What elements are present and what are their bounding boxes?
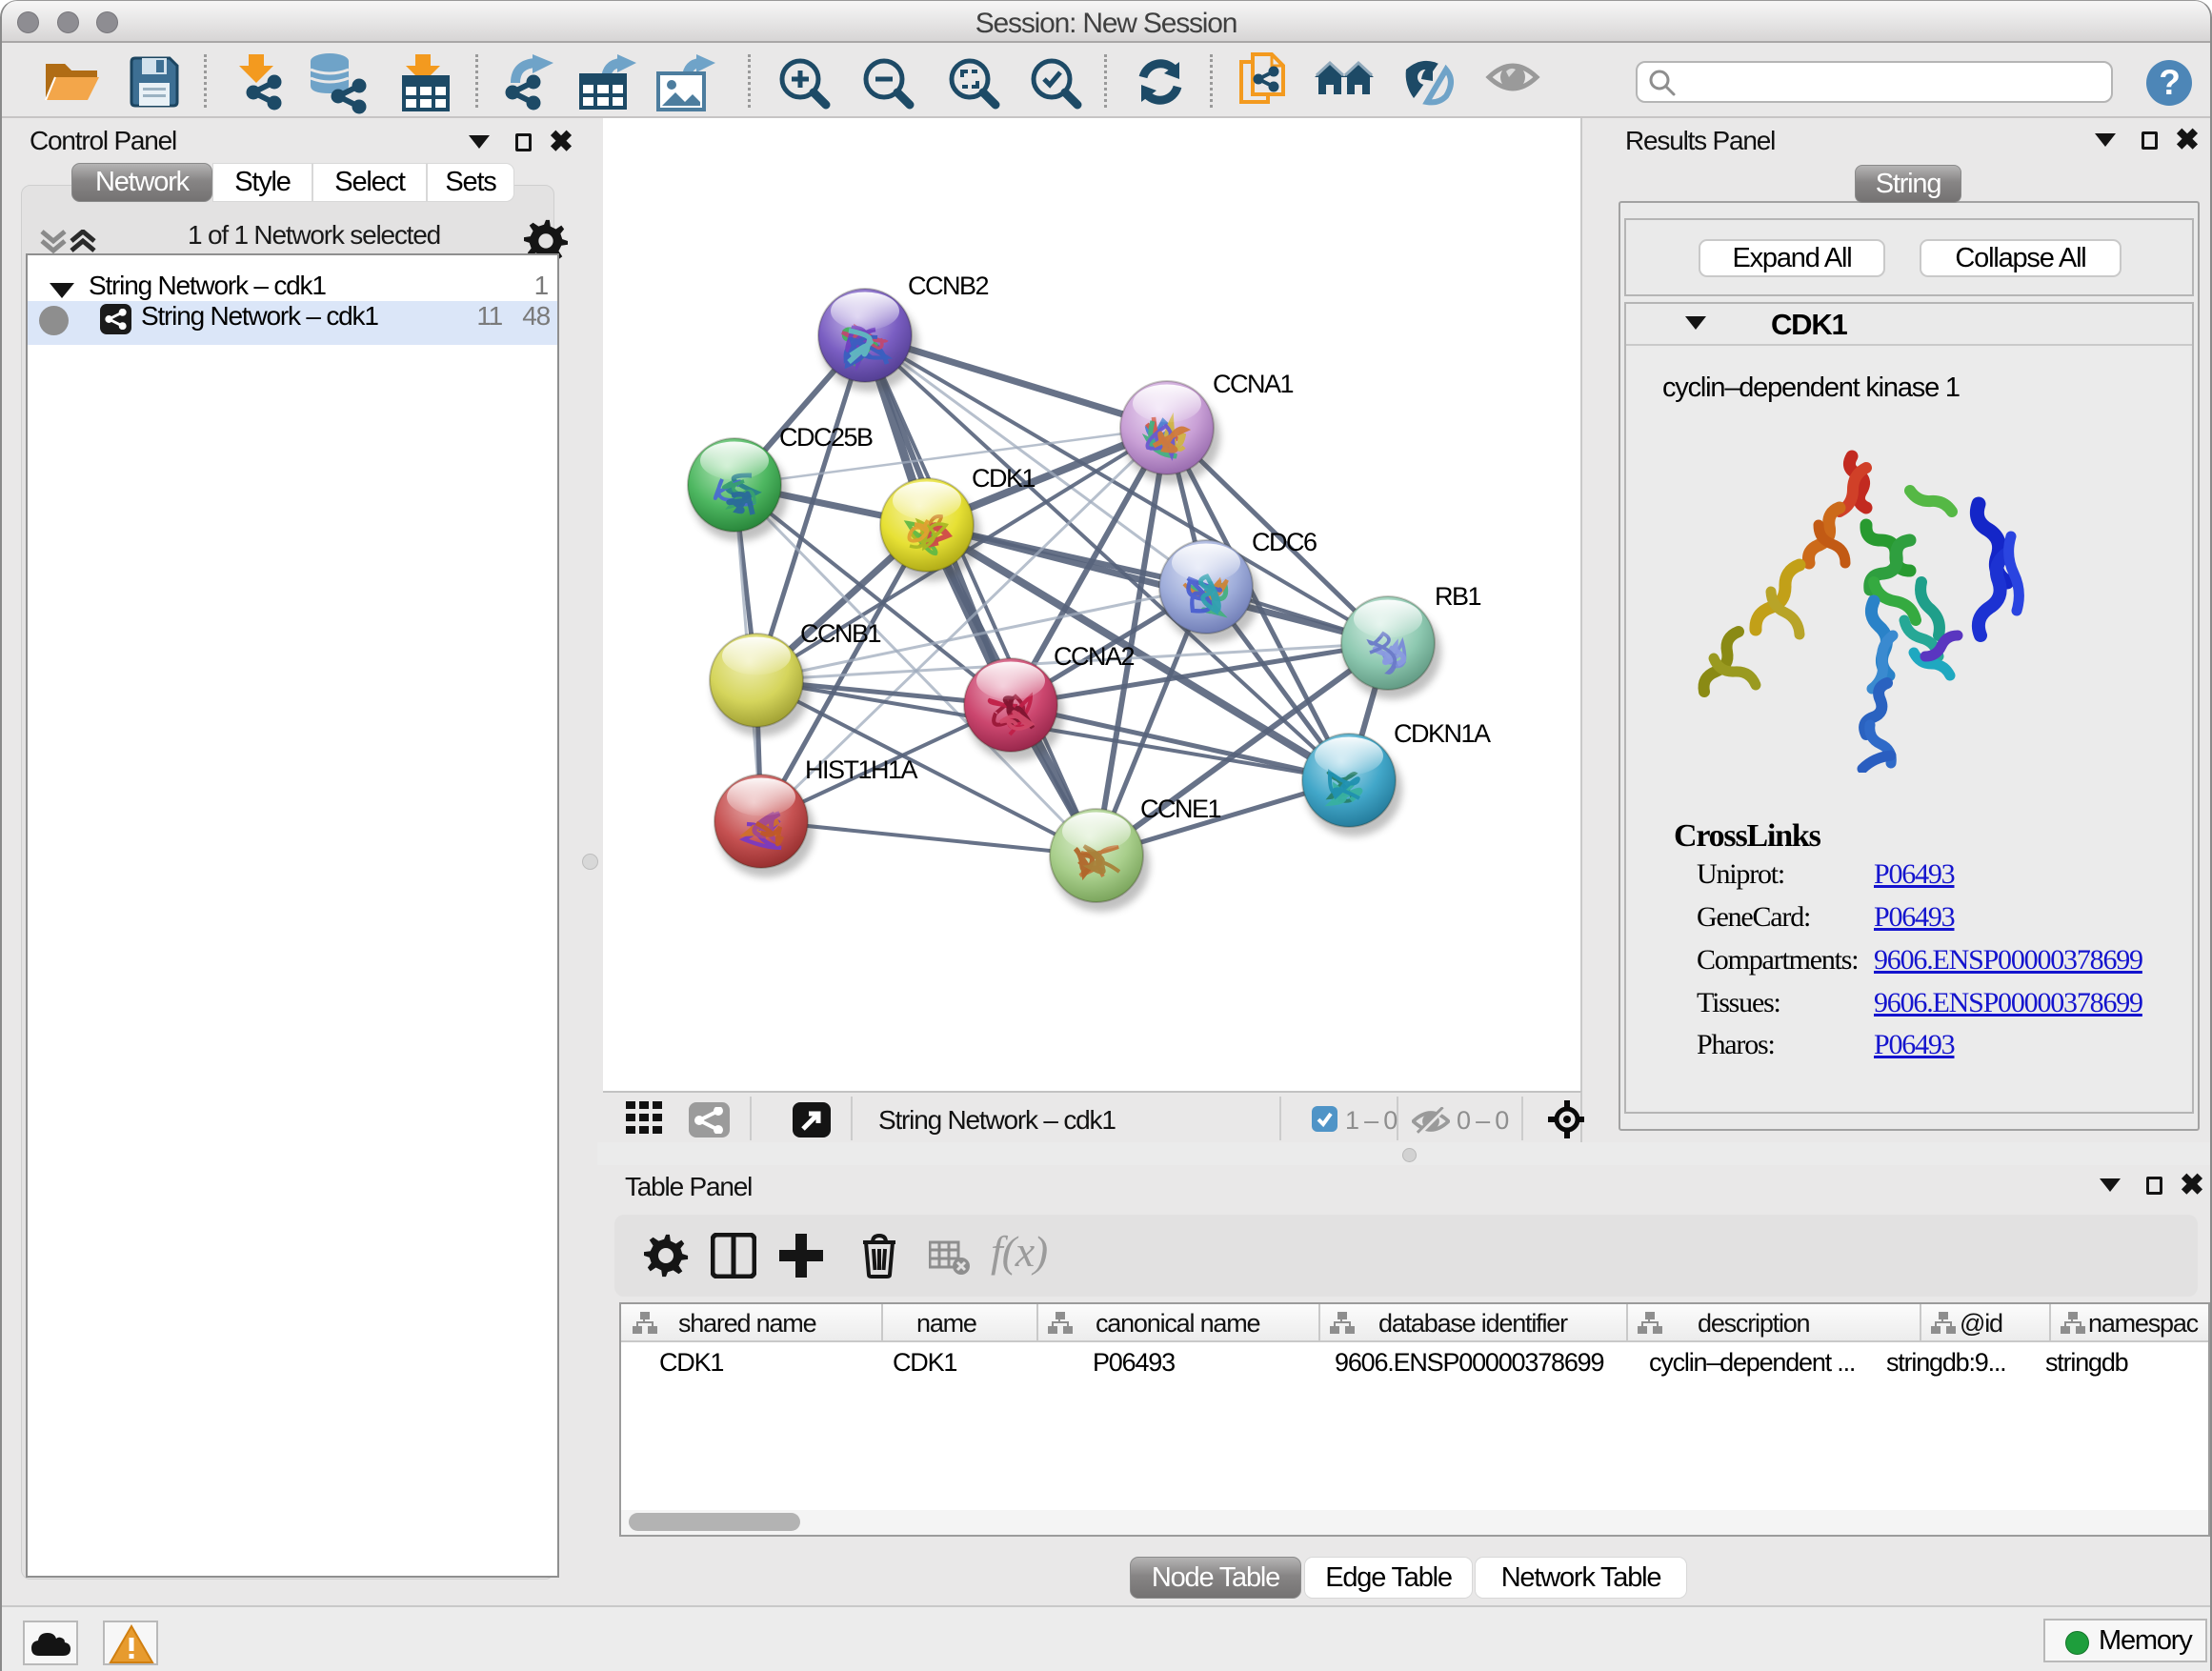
svg-text:CCNE1: CCNE1 <box>1140 795 1221 823</box>
svg-text:HIST1H1A: HIST1H1A <box>805 755 918 784</box>
svg-text:RB1: RB1 <box>1435 582 1481 611</box>
svg-text:CCNA1: CCNA1 <box>1213 370 1294 398</box>
svg-text:CDC25B: CDC25B <box>779 423 873 452</box>
svg-text:CDK1: CDK1 <box>972 464 1036 493</box>
svg-text:CDC6: CDC6 <box>1252 528 1317 556</box>
svg-text:CCNA2: CCNA2 <box>1054 642 1135 671</box>
svg-text:CCNB1: CCNB1 <box>800 619 881 648</box>
svg-text:CDKN1A: CDKN1A <box>1394 719 1491 748</box>
svg-text:CCNB2: CCNB2 <box>908 272 989 300</box>
